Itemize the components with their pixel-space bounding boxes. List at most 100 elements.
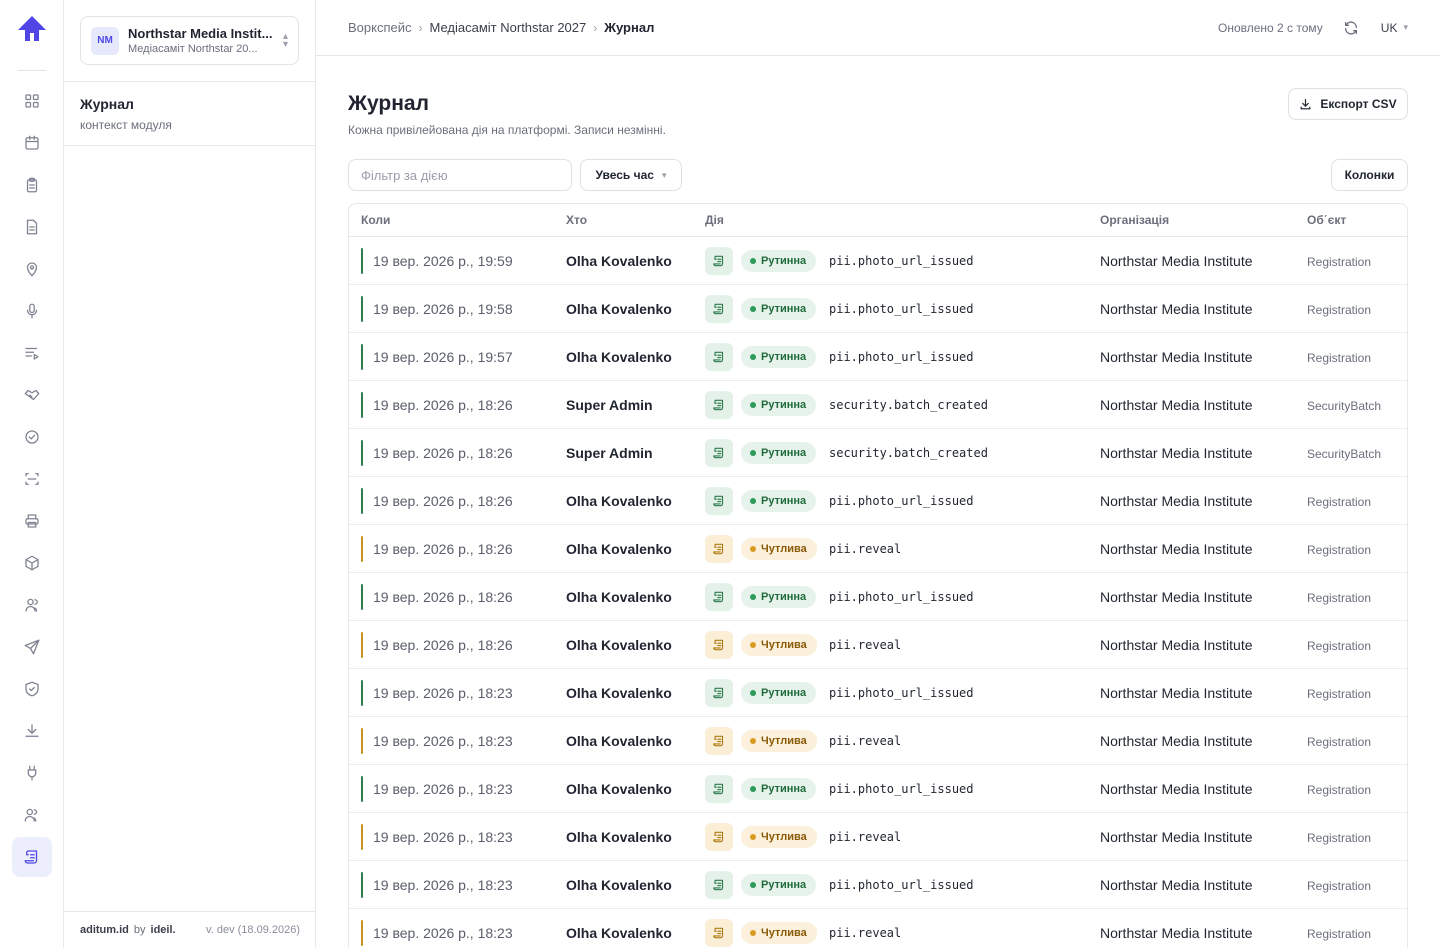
org-name: Northstar Media Instit...: [128, 26, 273, 41]
severity-badge: Рутинна: [741, 874, 817, 896]
scan-icon: [25, 473, 39, 485]
cell-who: Super Admin: [566, 397, 653, 413]
rail-item-dashboard[interactable]: [12, 81, 52, 121]
org-subtitle: Медіасаміт Northstar 20...: [128, 43, 258, 55]
period-select[interactable]: Увесь час ▾: [580, 159, 682, 191]
rail-item-location-pin[interactable]: [12, 249, 52, 289]
table-row[interactable]: 19 вер. 2026 р., 19:59 Olha Kovalenko Рути…: [349, 237, 1407, 285]
cell-when: 19 вер. 2026 р., 18:26: [373, 493, 513, 509]
table-row[interactable]: 19 вер. 2026 р., 18:23 Olha Kovalenko Рути…: [349, 765, 1407, 813]
status-dot: [750, 594, 756, 600]
status-dot: [750, 498, 756, 504]
context-sidebar: NM Northstar Media Instit... Медіасаміт …: [64, 0, 316, 948]
severity-bar: [361, 296, 363, 322]
cell-when: 19 вер. 2026 р., 19:57: [373, 349, 513, 365]
rail-item-printer[interactable]: [12, 501, 52, 541]
severity-bar: [361, 920, 363, 946]
column-object[interactable]: Об΄єкт: [1307, 213, 1346, 227]
column-when[interactable]: Коли: [361, 213, 390, 227]
rail-item-download[interactable]: [12, 711, 52, 751]
cell-object: Registration: [1307, 543, 1372, 557]
rail-item-users[interactable]: [12, 585, 52, 625]
rail-item-check-circle[interactable]: [12, 417, 52, 457]
language-value: UK: [1380, 20, 1398, 35]
cell-action: pii.photo_url_issued: [829, 254, 974, 268]
scroll-icon: [705, 343, 733, 371]
severity-bar: [361, 872, 363, 898]
rail-item-calendar[interactable]: [12, 123, 52, 163]
top-bar: Воркспейс › Медіасаміт Northstar 2027 › …: [316, 0, 1440, 56]
table-row[interactable]: 19 вер. 2026 р., 18:23 Olha Kovalenko Чутл…: [349, 717, 1407, 765]
rail-item-playlist[interactable]: [12, 333, 52, 373]
table-row[interactable]: 19 вер. 2026 р., 18:26 Olha Kovalenko Рути…: [349, 477, 1407, 525]
columns-button[interactable]: Колонки: [1331, 159, 1408, 191]
severity-bar: [361, 728, 363, 754]
vendor-name[interactable]: ideil.: [151, 924, 176, 936]
table-row[interactable]: 19 вер. 2026 р., 18:26 Super Admin Рутинна…: [349, 381, 1407, 429]
rail-item-scan[interactable]: [12, 459, 52, 499]
status-dot: [750, 738, 756, 744]
rail-item-clipboard[interactable]: [12, 165, 52, 205]
version-label: v. dev (18.09.2026): [206, 924, 300, 936]
export-csv-button[interactable]: Експорт CSV: [1288, 88, 1408, 120]
table-row[interactable]: 19 вер. 2026 р., 18:23 Olha Kovalenko Чутл…: [349, 813, 1407, 861]
cell-organization: Northstar Media Institute: [1100, 877, 1253, 893]
microphone-icon: [26, 303, 38, 319]
severity-bar: [361, 488, 363, 514]
app-logo-icon[interactable]: [16, 14, 48, 46]
calendar-icon: [25, 135, 39, 150]
rail-item-microphone[interactable]: [12, 291, 52, 331]
cell-who: Olha Kovalenko: [566, 253, 672, 269]
rail-item-handshake[interactable]: [12, 375, 52, 415]
cell-object: Registration: [1307, 783, 1372, 797]
column-action[interactable]: Дія: [705, 213, 724, 227]
rail-item-plug[interactable]: [12, 753, 52, 793]
table-row[interactable]: 19 вер. 2026 р., 18:26 Super Admin Рутинна…: [349, 429, 1407, 477]
table-row[interactable]: 19 вер. 2026 р., 19:57 Olha Kovalenko Рути…: [349, 333, 1407, 381]
handshake-icon: [24, 389, 40, 401]
status-dot: [750, 450, 756, 456]
breadcrumb-workspace[interactable]: Воркспейс: [348, 20, 412, 35]
cell-action: pii.photo_url_issued: [829, 590, 974, 604]
rail-item-scroll[interactable]: [12, 837, 52, 877]
brand-name[interactable]: aditum.id: [80, 924, 129, 936]
refresh-icon[interactable]: [1343, 20, 1359, 36]
cell-object: Registration: [1307, 879, 1372, 893]
status-dot: [750, 354, 756, 360]
column-who[interactable]: Хто: [566, 213, 587, 227]
table-row[interactable]: 19 вер. 2026 р., 19:58 Olha Kovalenko Рути…: [349, 285, 1407, 333]
cell-object: Registration: [1307, 303, 1372, 317]
table-row[interactable]: 19 вер. 2026 р., 18:23 Olha Kovalenko Рути…: [349, 669, 1407, 717]
action-filter-input[interactable]: [348, 159, 572, 191]
badge-label: Рутинна: [761, 399, 807, 411]
cell-who: Olha Kovalenko: [566, 925, 672, 941]
rail-item-document[interactable]: [12, 207, 52, 247]
language-select[interactable]: UK ▾: [1381, 21, 1408, 35]
org-switcher[interactable]: NM Northstar Media Instit... Медіасаміт …: [80, 16, 299, 65]
table-row[interactable]: 19 вер. 2026 р., 18:26 Olha Kovalenko Чутл…: [349, 621, 1407, 669]
cell-action: pii.reveal: [829, 830, 902, 844]
status-dot: [750, 546, 756, 552]
page-title: Журнал: [348, 92, 429, 115]
rail-item-package[interactable]: [12, 543, 52, 583]
table-row[interactable]: 19 вер. 2026 р., 18:23 Olha Kovalenko Чутл…: [349, 909, 1407, 948]
rail-item-team[interactable]: [12, 795, 52, 835]
badge-label: Рутинна: [761, 303, 807, 315]
team-icon: [24, 808, 38, 822]
scroll-icon: [705, 391, 733, 419]
cell-object: Registration: [1307, 591, 1372, 605]
breadcrumb-event[interactable]: Медіасаміт Northstar 2027: [430, 20, 587, 35]
table-row[interactable]: 19 вер. 2026 р., 18:26 Olha Kovalenko Чутл…: [349, 525, 1407, 573]
table-row[interactable]: 19 вер. 2026 р., 18:23 Olha Kovalenko Рути…: [349, 861, 1407, 909]
cell-organization: Northstar Media Institute: [1100, 493, 1253, 509]
scroll-icon: [705, 823, 733, 851]
scroll-icon: [705, 631, 733, 659]
rail-item-send[interactable]: [12, 627, 52, 667]
severity-bar: [361, 632, 363, 658]
badge-label: Рутинна: [761, 447, 807, 459]
rail-item-shield-check[interactable]: [12, 669, 52, 709]
severity-bar: [361, 536, 363, 562]
table-row[interactable]: 19 вер. 2026 р., 18:26 Olha Kovalenko Рути…: [349, 573, 1407, 621]
column-organization[interactable]: Організація: [1100, 213, 1169, 227]
badge-label: Чутлива: [761, 543, 807, 555]
